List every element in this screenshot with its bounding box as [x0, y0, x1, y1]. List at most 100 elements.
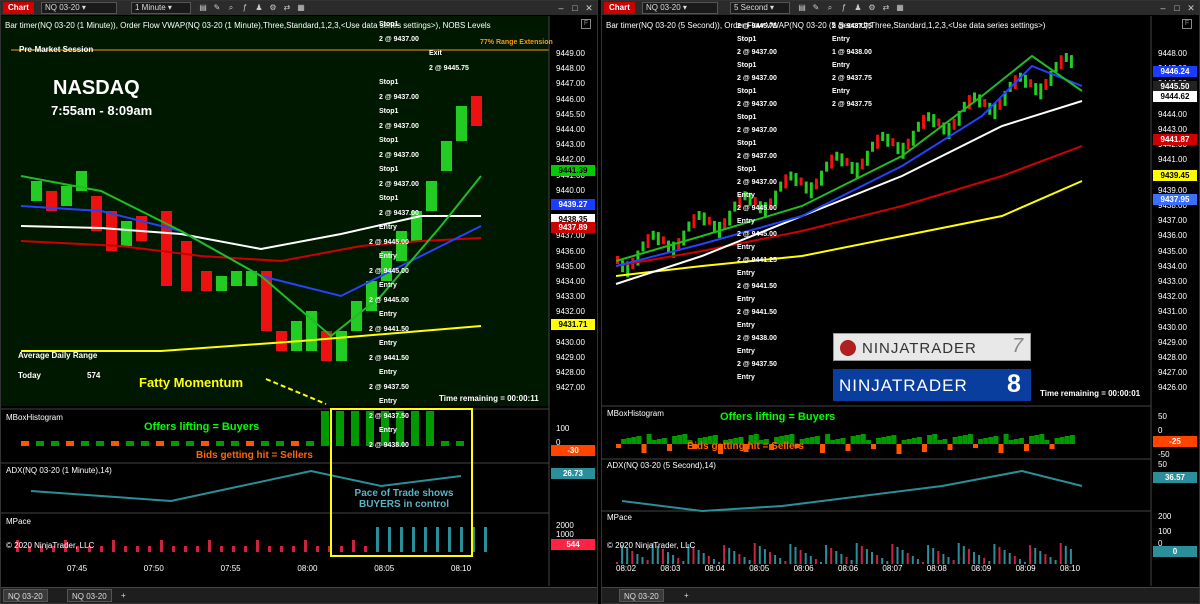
left-price-axis-label: 9447.00	[556, 79, 585, 89]
right-interval-select[interactable]: 5 Second ▾	[730, 2, 790, 14]
left-mbox-bar	[141, 441, 149, 446]
left-mpace-bar	[148, 546, 151, 552]
left-trade-annotation: Stop1	[379, 195, 399, 202]
right-adx-title: ADX(NQ 03-20 (5 Second),14)	[607, 461, 716, 470]
right-zoom-icon[interactable]: ⌕	[824, 2, 836, 14]
right-candle	[723, 218, 727, 230]
left-interval-select[interactable]: 1 Minute ▾	[131, 2, 191, 14]
left-trade-annotation: Entry	[379, 340, 397, 347]
right-trade-annotation: 2 @ 9445.00	[737, 231, 777, 238]
right-chart-trader-icon[interactable]: ⇄	[880, 2, 892, 14]
right-indicator-icon[interactable]: ƒ	[838, 2, 850, 14]
right-time-axis-label: 08:09	[1015, 564, 1036, 573]
left-tab-1[interactable]: NQ 03-20	[3, 589, 48, 602]
left-chart-title: Bar timer(NQ 03-20 (1 Minute)), Order Fl…	[5, 21, 491, 30]
left-mpace-axis-1000: 1000	[556, 530, 574, 539]
right-mbox-bar	[631, 437, 637, 444]
left-mpace-bar	[136, 546, 139, 552]
right-add-tab-icon[interactable]: +	[680, 589, 693, 602]
left-tab-2[interactable]: NQ 03-20	[67, 589, 112, 602]
right-chart-tab[interactable]: Chart	[604, 2, 635, 14]
right-candle	[1059, 55, 1063, 70]
left-offers-label: Offers lifting = Buyers	[144, 421, 260, 433]
right-candle	[830, 154, 834, 169]
right-tab-1[interactable]: NQ 03-20	[619, 589, 664, 602]
right-bids-label: Bids getting hit = Sellers	[687, 441, 804, 452]
left-instrument-select[interactable]: NQ 03-20 ▾	[41, 2, 117, 14]
right-mpace-bar	[932, 548, 935, 564]
right-plot-area[interactable]	[602, 16, 1199, 586]
right-f-box[interactable]: F	[1182, 19, 1192, 29]
left-copyright: © 2020 NinjaTrader, LLC	[6, 541, 95, 550]
right-trade-annotation: 2 @ 9437.00	[737, 49, 777, 56]
right-mbox-bar	[1034, 435, 1040, 444]
right-trade-annotation: Entry	[832, 88, 850, 95]
right-candle	[820, 170, 823, 186]
left-time-range: 7:55am - 8:09am	[51, 103, 153, 118]
right-price-axis-label: 9428.00	[1158, 353, 1187, 362]
right-maximize-icon[interactable]: □	[1171, 2, 1183, 14]
right-time-remaining: Time remaining = 00:00:01	[1040, 389, 1141, 398]
left-mbox-bar	[111, 441, 119, 446]
right-mpace-bar	[1003, 550, 1006, 564]
right-mpace-bar	[865, 549, 868, 564]
left-close-icon[interactable]: ✕	[583, 2, 595, 14]
left-trade-annotation: Entry	[379, 311, 397, 318]
left-zoom-icon[interactable]: ⌕	[225, 2, 237, 14]
right-trade-annotation: 2 @ 9441.50	[737, 283, 777, 290]
left-plot-area[interactable]	[1, 16, 597, 586]
left-minimize-icon[interactable]: –	[555, 2, 567, 14]
left-mpace-bar	[196, 546, 199, 552]
right-trade-annotation: Entry	[737, 192, 755, 199]
right-strategy-icon[interactable]: ♟	[852, 2, 864, 14]
left-chart-tab[interactable]: Chart	[3, 2, 34, 14]
right-mbox-bar	[835, 439, 841, 444]
left-drawing-icon[interactable]: ✎	[211, 2, 223, 14]
left-candle	[31, 181, 42, 201]
right-mbox-bar	[820, 444, 825, 453]
left-properties-icon[interactable]: ⚙	[267, 2, 279, 14]
right-candle	[794, 173, 798, 187]
right-instrument-select[interactable]: NQ 03-20 ▾	[642, 2, 718, 14]
right-minimize-icon[interactable]: –	[1157, 2, 1169, 14]
left-mbox-bar	[411, 411, 419, 446]
right-candle	[952, 118, 956, 130]
left-strategy-icon[interactable]: ♟	[253, 2, 265, 14]
right-mbox-bar	[1024, 444, 1029, 451]
right-trade-annotation: Stop1	[737, 36, 757, 43]
right-mpace-bar	[626, 548, 629, 564]
left-mbox-bar	[276, 441, 284, 446]
right-close-icon[interactable]: ✕	[1185, 2, 1197, 14]
ninjatrader-7-wordmark: NINJATRADER	[862, 340, 977, 357]
right-drawing-icon[interactable]: ✎	[810, 2, 822, 14]
left-f-box[interactable]: F	[581, 19, 591, 29]
left-chart-trader-icon[interactable]: ⇄	[281, 2, 293, 14]
right-trade-annotation: Entry	[737, 348, 755, 355]
right-mbox-bar	[916, 437, 922, 444]
right-candle	[687, 221, 691, 232]
left-mpace-bar	[460, 527, 463, 552]
left-layout-icon[interactable]: ▦	[295, 2, 307, 14]
left-price-axis-label: 9443.00	[556, 140, 585, 150]
left-indicator-icon[interactable]: ƒ	[239, 2, 251, 14]
right-layout-icon[interactable]: ▦	[894, 2, 906, 14]
left-bar-type-icon[interactable]: ▤	[197, 2, 209, 14]
right-trade-annotation: Stop1	[737, 166, 757, 173]
right-bar-type-icon[interactable]: ▤	[796, 2, 808, 14]
right-trade-annotation: 2 @ 9437.75	[832, 23, 872, 30]
right-mpace-bar	[1013, 556, 1016, 564]
right-mpace-bar	[784, 561, 787, 564]
left-maximize-icon[interactable]: □	[569, 2, 581, 14]
left-mpace-bar	[340, 546, 343, 552]
right-price-tag: 9441.87	[1153, 134, 1197, 145]
right-properties-icon[interactable]: ⚙	[866, 2, 878, 14]
right-mpace-bar	[758, 546, 761, 564]
left-mpace-axis-2000: 2000	[556, 521, 574, 530]
left-trade-annotation: 2 @ 9445.00	[369, 238, 409, 246]
left-mpace-bar	[388, 527, 391, 552]
left-candle	[91, 196, 102, 231]
right-candle	[707, 216, 711, 225]
left-add-tab-icon[interactable]: +	[117, 589, 130, 602]
right-candle	[809, 182, 813, 199]
right-trade-annotation: 2 @ 9437.75	[832, 101, 872, 108]
